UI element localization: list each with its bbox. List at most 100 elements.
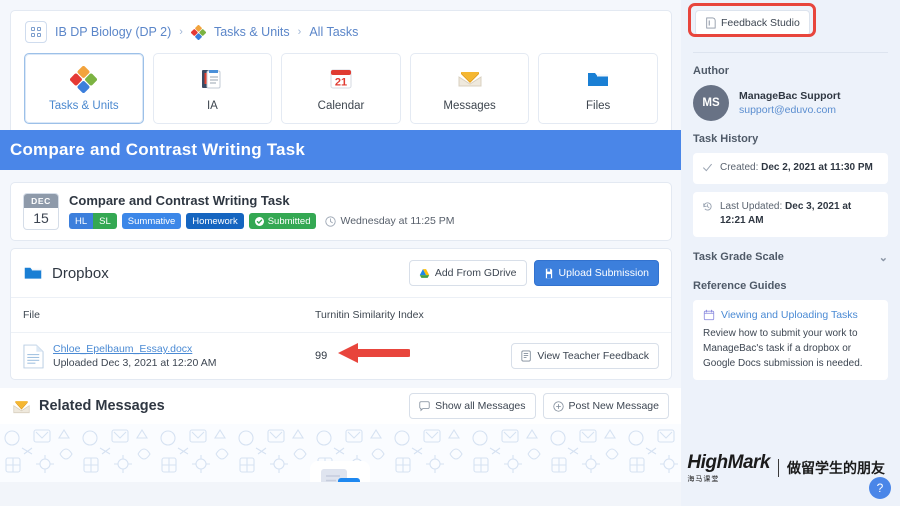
author-email[interactable]: support@eduvo.com [739, 104, 841, 116]
annotation-arrow-icon [338, 343, 410, 363]
breadcrumb-separator-icon-2: › [297, 26, 302, 38]
envelope-icon [456, 65, 484, 93]
chevron-down-icon[interactable]: ⌄ [879, 251, 888, 264]
avatar: MS [693, 85, 729, 121]
table-header-row: File Turnitin Similarity Index [11, 298, 671, 333]
task-history-created-value: Dec 2, 2021 at 11:30 PM [761, 162, 873, 173]
badge-summative: Summative [121, 213, 182, 230]
tab-messages[interactable]: Messages [409, 53, 530, 124]
due-date-month: DEC [24, 194, 58, 208]
reference-guides-heading: Reference Guides [693, 279, 787, 292]
puzzle-icon [70, 65, 98, 93]
tab-label-tasks-units: Tasks & Units [48, 100, 119, 112]
feedback-studio-wrapper: Feedback Studio [688, 3, 816, 37]
view-teacher-feedback-label: View Teacher Feedback [537, 350, 649, 362]
post-new-message-label: Post New Message [568, 400, 659, 412]
task-history-updated-text: Last Updated: Dec 3, 2021 at 12:21 AM [720, 200, 879, 229]
footer-strip [0, 482, 681, 506]
tab-label-files: Files [586, 100, 611, 112]
tab-ia[interactable]: IA [152, 53, 273, 124]
watermark-divider [778, 459, 779, 477]
column-header-turnitin: Turnitin Similarity Index [303, 298, 671, 333]
upload-submission-button[interactable]: Upload Submission [533, 260, 659, 286]
page-title: Compare and Contrast Writing Task [10, 140, 306, 159]
task-history-created-text: Created: Dec 2, 2021 at 11:30 PM [720, 161, 873, 176]
task-summary-card: DEC 15 Compare and Contrast Writing Task… [10, 182, 672, 241]
author-row: MS ManageBac Support support@eduvo.com [693, 85, 888, 121]
watermark-tagline: 做留学生的朋友 [787, 460, 885, 476]
badge-homework: Homework [186, 213, 244, 230]
add-from-gdrive-button[interactable]: Add From GDrive [408, 260, 527, 286]
open-envelope-icon [13, 400, 30, 413]
reference-guide-title-group: Viewing and Uploading Tasks [703, 309, 878, 321]
upload-submission-label: Upload Submission [558, 267, 649, 279]
dropbox-header: Dropbox Add From GDrive Upload Submissio… [11, 249, 671, 298]
page-title-bar: Compare and Contrast Writing Task [0, 130, 681, 170]
submissions-table-head: File Turnitin Similarity Index [11, 298, 671, 333]
tab-tasks-units[interactable]: Tasks & Units [24, 53, 144, 124]
status-badge-submitted: Submitted [248, 213, 317, 230]
folder-icon [585, 65, 611, 93]
column-header-file: File [11, 298, 303, 333]
task-history-updated-label: Last Updated: [720, 200, 783, 212]
task-meta: Compare and Contrast Writing Task HL SL … [69, 193, 455, 230]
task-due: Wednesday at 11:25 PM [325, 215, 455, 227]
tab-label-ia: IA [206, 100, 218, 112]
author-details: ManageBac Support support@eduvo.com [739, 90, 841, 116]
task-history-item-updated: Last Updated: Dec 3, 2021 at 12:21 AM [693, 191, 888, 237]
task-grade-scale-section[interactable]: Task Grade Scale ⌄ [693, 251, 888, 264]
main-content-column: IB DP Biology (DP 2) › Tasks & Units › A… [0, 0, 681, 506]
feedback-studio-button[interactable]: Feedback Studio [695, 10, 810, 36]
file-text-group: Chloe_Epelbaum_Essay.docx Uploaded Dec 3… [53, 343, 216, 369]
related-messages-title: Related Messages [39, 398, 165, 414]
breadcrumb-item-course[interactable]: IB DP Biology (DP 2) [55, 25, 171, 39]
show-all-messages-button[interactable]: Show all Messages [409, 393, 536, 419]
watermark-logo-group: HighMark 海马课堂 [687, 452, 770, 484]
tab-calendar[interactable]: 21 Calendar [281, 53, 401, 124]
svg-text:21: 21 [335, 77, 347, 89]
file-name-link[interactable]: Chloe_Epelbaum_Essay.docx [53, 343, 216, 355]
history-icon [703, 201, 712, 210]
post-new-message-button[interactable]: Post New Message [542, 393, 669, 419]
comment-icon [419, 400, 430, 411]
file-uploaded-date: Uploaded Dec 3, 2021 at 12:20 AM [53, 357, 217, 369]
check-circle-icon [254, 216, 264, 226]
upload-icon [545, 268, 552, 278]
task-history-created-label: Created: [720, 162, 759, 173]
task-badges: HL SL Summative Homework Submitted Wedne… [69, 213, 455, 230]
watermark-logo-sub: 海马课堂 [687, 476, 720, 483]
badge-sl: SL [93, 213, 117, 230]
breadcrumb-separator-icon: › [179, 26, 183, 38]
turnitin-similarity-index-value: 99 [315, 350, 328, 362]
grid-icon[interactable] [25, 21, 47, 43]
page-root: IB DP Biology (DP 2) › Tasks & Units › A… [0, 0, 900, 506]
show-all-messages-label: Show all Messages [435, 400, 526, 412]
author-name: ManageBac Support [739, 90, 841, 102]
reference-guide-body: Review how to submit your work to Manage… [703, 327, 863, 369]
section-tabs: Tasks & Units IA 21 Calendar Messages Fi… [11, 49, 671, 138]
document-icon [23, 344, 44, 368]
task-grade-scale-label: Task Grade Scale [693, 251, 784, 263]
plus-circle-icon [552, 400, 564, 412]
breadcrumb-item-tasks-units[interactable]: Tasks & Units [214, 25, 290, 39]
help-button[interactable]: ? [869, 477, 891, 499]
task-history-item-created: Created: Dec 2, 2021 at 11:30 PM [693, 153, 888, 184]
sidebar-divider [693, 52, 888, 53]
tab-label-messages: Messages [443, 100, 496, 112]
related-messages-header: Related Messages Show all Messages Post … [0, 388, 681, 424]
related-messages-title-group: Related Messages [12, 398, 165, 415]
task-due-date-chip: DEC 15 [23, 193, 59, 230]
view-teacher-feedback-button[interactable]: View Teacher Feedback [511, 343, 659, 369]
tab-files[interactable]: Files [538, 53, 658, 124]
breadcrumb-item-all-tasks[interactable]: All Tasks [309, 25, 358, 39]
author-heading: Author [693, 65, 730, 77]
reference-guide-title[interactable]: Viewing and Uploading Tasks [721, 309, 858, 321]
gdrive-icon [419, 268, 430, 278]
check-icon [703, 163, 712, 172]
puzzle-icon [190, 24, 206, 40]
status-badge-label: Submitted [267, 215, 311, 227]
watermark-logo: HighMark [687, 452, 770, 473]
dropbox-title-group: Dropbox [23, 264, 109, 282]
reference-guide-card[interactable]: Viewing and Uploading Tasks Review how t… [693, 299, 888, 380]
help-button-label: ? [876, 481, 884, 495]
